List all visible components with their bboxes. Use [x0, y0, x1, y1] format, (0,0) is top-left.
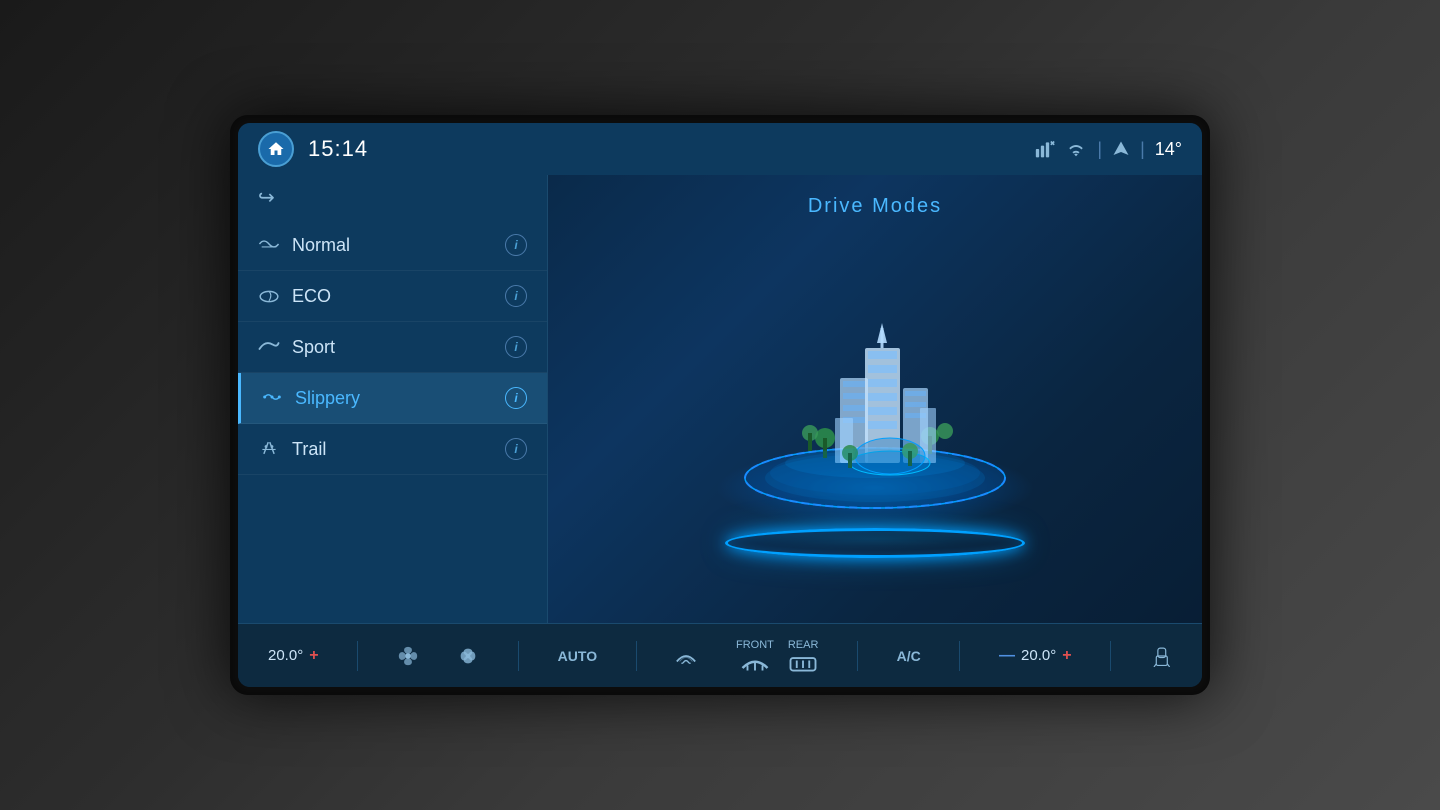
city-visualization	[685, 238, 1065, 558]
mode-label-normal: Normal	[292, 235, 350, 256]
status-divider-2: |	[1140, 139, 1145, 160]
rear-label: REAR	[788, 639, 819, 651]
platform-inner	[745, 528, 1005, 550]
navigation-icon	[1112, 139, 1130, 159]
home-icon	[267, 140, 285, 158]
left-temperature: 20.0°	[268, 647, 303, 664]
left-temp-section: 20.0° +	[268, 647, 319, 665]
drive-modes-title: Drive Modes	[808, 195, 942, 218]
fan-direction-button[interactable]	[397, 645, 419, 667]
back-arrow-icon: ↩	[258, 185, 275, 210]
mode-slippery-left: Slippery	[261, 388, 360, 409]
mode-item-eco[interactable]: ECO i	[238, 271, 547, 322]
fan-speed-button[interactable]	[457, 645, 479, 667]
mode-icon-sport	[258, 338, 280, 357]
auto-label: AUTO	[558, 648, 597, 664]
front-defroster-icon	[740, 653, 770, 673]
mode-icon-normal	[258, 236, 280, 255]
mode-sport-left: Sport	[258, 337, 335, 358]
right-temp-section: — 20.0° +	[999, 647, 1072, 665]
status-right: | | 14°	[1035, 139, 1182, 160]
mode-label-slippery: Slippery	[295, 388, 360, 409]
mode-normal-left: Normal	[258, 235, 350, 256]
left-panel: ↩ Normal	[238, 175, 548, 623]
ac-label: A/C	[897, 648, 921, 664]
seat-heat-button[interactable]	[1150, 645, 1172, 667]
climate-divider-3	[636, 641, 637, 671]
mode-icon-trail	[258, 440, 280, 459]
front-defroster[interactable]: FRONT	[736, 639, 774, 673]
left-temp-increase[interactable]: +	[309, 647, 318, 665]
front-label: FRONT	[736, 639, 774, 651]
climate-divider-5	[959, 641, 960, 671]
rear-defroster-icon	[788, 653, 818, 673]
seat-icon	[1150, 645, 1172, 667]
mode-item-slippery[interactable]: Slippery i	[238, 373, 547, 424]
infotainment-screen-bezel: 15:14 |	[230, 115, 1210, 695]
mode-item-trail[interactable]: Trail i	[238, 424, 547, 475]
right-panel: Drive Modes	[548, 175, 1202, 623]
mode-trail-left: Trail	[258, 439, 326, 460]
climate-divider-2	[518, 641, 519, 671]
city-svg-container	[735, 278, 1015, 518]
city-svg	[735, 278, 1015, 518]
mode-eco-left: ECO	[258, 286, 331, 307]
windshield-button[interactable]	[675, 645, 697, 667]
right-temp-decrease[interactable]: —	[999, 647, 1015, 665]
wifi-icon	[1065, 140, 1087, 158]
info-icon-slippery[interactable]: i	[505, 387, 527, 409]
climate-bar: 20.0° +	[238, 623, 1202, 687]
back-button[interactable]: ↩	[238, 175, 547, 220]
ac-button[interactable]: A/C	[897, 648, 921, 664]
drive-modes-list: Normal i ECO	[238, 220, 547, 623]
outside-temp: 14°	[1155, 139, 1182, 160]
climate-divider-4	[857, 641, 858, 671]
mode-item-sport[interactable]: Sport i	[238, 322, 547, 373]
auto-button[interactable]: AUTO	[558, 648, 597, 664]
right-temp-increase[interactable]: +	[1062, 647, 1071, 665]
info-icon-trail[interactable]: i	[505, 438, 527, 460]
windshield-icon	[675, 645, 697, 667]
mode-icon-eco	[258, 287, 280, 306]
right-temperature: 20.0°	[1021, 647, 1056, 664]
home-button[interactable]	[258, 131, 294, 167]
climate-divider-6	[1110, 641, 1111, 671]
mode-item-normal[interactable]: Normal i	[238, 220, 547, 271]
signal-icon	[1035, 140, 1055, 158]
info-icon-sport[interactable]: i	[505, 336, 527, 358]
status-divider-1: |	[1097, 139, 1102, 160]
info-icon-normal[interactable]: i	[505, 234, 527, 256]
fan-direction-icon	[397, 645, 419, 667]
status-bar: 15:14 |	[238, 123, 1202, 175]
infotainment-screen: 15:14 |	[238, 123, 1202, 687]
main-content: ↩ Normal	[238, 175, 1202, 623]
mode-label-sport: Sport	[292, 337, 335, 358]
mode-icon-slippery	[261, 389, 283, 408]
climate-divider-1	[357, 641, 358, 671]
clock-display: 15:14	[308, 136, 368, 162]
info-icon-eco[interactable]: i	[505, 285, 527, 307]
fan-icon	[457, 645, 479, 667]
rear-defroster[interactable]: REAR	[788, 639, 819, 673]
mode-label-trail: Trail	[292, 439, 326, 460]
front-rear-group: FRONT REAR	[736, 639, 818, 673]
status-left: 15:14	[258, 131, 368, 167]
mode-label-eco: ECO	[292, 286, 331, 307]
